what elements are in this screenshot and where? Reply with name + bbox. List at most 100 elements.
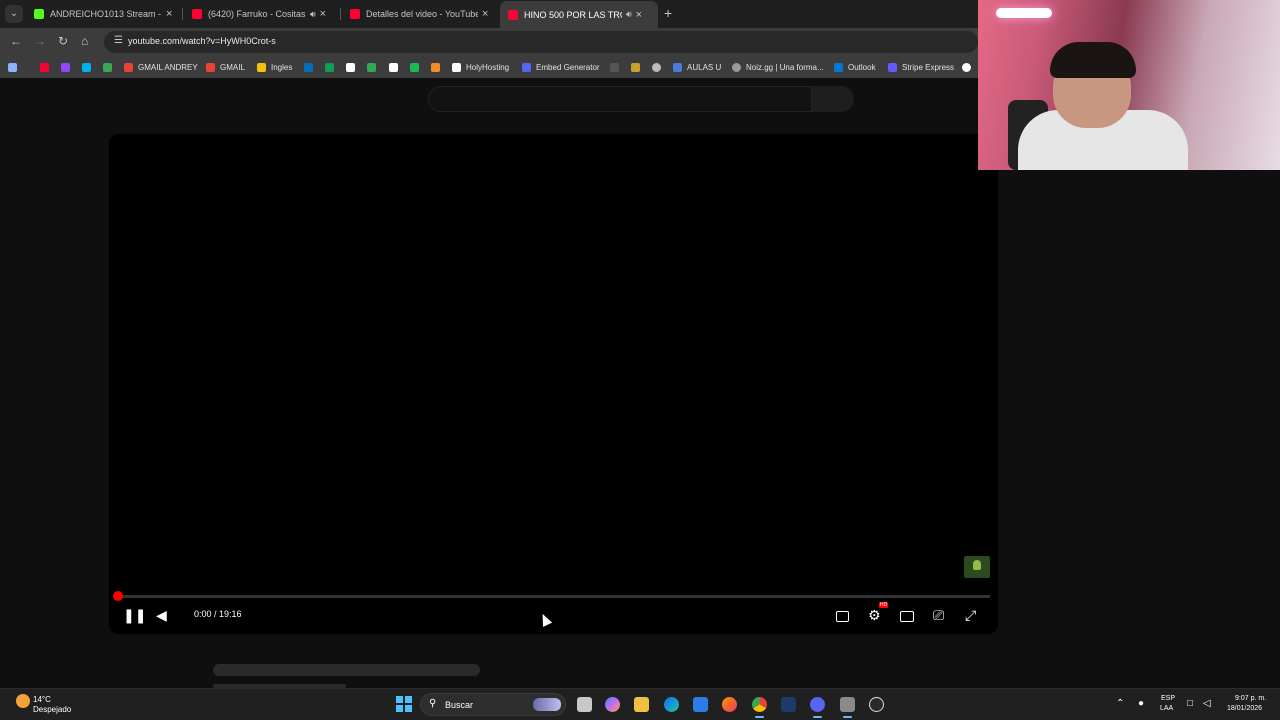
site-info-icon[interactable]: ☰ bbox=[114, 35, 123, 46]
file-explorer-icon[interactable] bbox=[634, 697, 649, 712]
home-button[interactable]: ⌂ bbox=[81, 34, 88, 48]
paypal-icon bbox=[304, 62, 313, 72]
volume-tray-icon[interactable]: ◁ bbox=[1203, 698, 1211, 709]
bookmark-youtube[interactable] bbox=[40, 60, 49, 74]
tab-title: ANDREICHO1013 Stream - Wat bbox=[50, 9, 162, 19]
bookmark-spotify[interactable] bbox=[410, 60, 419, 74]
bookmark-apps[interactable] bbox=[8, 60, 17, 74]
bookmark-outlook[interactable]: Outlook bbox=[834, 60, 876, 74]
tab-kick-stream[interactable]: ANDREICHO1013 Stream - Wat × bbox=[26, 3, 178, 25]
scrubber-handle[interactable] bbox=[113, 591, 123, 601]
outlook-icon bbox=[834, 62, 843, 72]
bookmark-github[interactable] bbox=[962, 60, 971, 74]
discord-icon[interactable] bbox=[810, 697, 825, 718]
holyhosting-icon bbox=[452, 62, 461, 72]
task-view-icon[interactable] bbox=[577, 697, 592, 712]
bookmark-gmail-andrey[interactable]: GMAIL ANDREY bbox=[124, 60, 198, 74]
tab-hino-500[interactable]: HINO 500 POR LAS TROCH 🔊︎ × bbox=[500, 1, 658, 28]
youtube-icon bbox=[40, 62, 49, 72]
network-icon[interactable]: □ bbox=[1187, 698, 1193, 709]
youtube-search-button[interactable] bbox=[812, 86, 854, 112]
bookmark-vercel[interactable] bbox=[103, 60, 112, 74]
weather-icon[interactable] bbox=[16, 694, 30, 708]
bookmark-embed-generator[interactable]: Embed Generator bbox=[522, 60, 600, 74]
bookmark-paypal[interactable] bbox=[304, 60, 313, 74]
exit-fullscreen-button[interactable]: ⤢ bbox=[965, 607, 976, 623]
search-label: Buscar bbox=[445, 700, 474, 710]
weather-temperature[interactable]: 14°C bbox=[33, 695, 51, 704]
microphone-icon[interactable]: ● bbox=[1138, 698, 1144, 709]
bookmark-cloud[interactable] bbox=[610, 60, 619, 74]
tab-search-icon[interactable]: ⌄ bbox=[5, 5, 23, 23]
weather-description[interactable]: Despejado bbox=[33, 705, 71, 714]
bookmark-label: Ingles bbox=[271, 62, 293, 72]
keyboard-layout[interactable]: LAA bbox=[1160, 705, 1173, 712]
bookmark-ingles[interactable]: Ingles bbox=[257, 60, 292, 74]
bookmark-skype[interactable] bbox=[82, 60, 91, 74]
channel-watermark[interactable] bbox=[964, 556, 990, 578]
chevron-up-icon[interactable]: ⌃ bbox=[1116, 698, 1124, 709]
youtube-search-input[interactable] bbox=[428, 86, 812, 112]
edge-icon[interactable] bbox=[664, 697, 679, 712]
microsoft-store-icon[interactable] bbox=[693, 697, 708, 712]
copilot-icon[interactable] bbox=[605, 697, 620, 712]
clock-date[interactable]: 18/01/2026 bbox=[1227, 705, 1262, 712]
skype-icon bbox=[82, 62, 91, 72]
progress-bar[interactable] bbox=[117, 595, 990, 598]
subtitles-button[interactable] bbox=[836, 611, 849, 622]
app-icon[interactable] bbox=[840, 697, 855, 718]
aulas-icon bbox=[673, 62, 682, 72]
bookmark-label: Embed Generator bbox=[536, 62, 600, 72]
bookmark-orange[interactable] bbox=[431, 60, 440, 74]
language-indicator[interactable]: ESP bbox=[1161, 695, 1175, 702]
firefox-icon[interactable] bbox=[722, 697, 737, 712]
cast-icon[interactable]: ⎚ bbox=[933, 607, 944, 623]
taskbar-search[interactable]: ⚲ Buscar bbox=[420, 693, 566, 716]
bookmark-label: AULAS U bbox=[687, 62, 722, 72]
bookmark-holyhosting[interactable]: HolyHosting bbox=[452, 60, 509, 74]
tab-youtube-studio[interactable]: Detalles del video - YouTube St × bbox=[342, 3, 496, 25]
github-icon bbox=[962, 62, 971, 72]
bookmark-stripe[interactable]: Stripe Express bbox=[888, 60, 954, 74]
bookmark-gmail[interactable]: GMAIL bbox=[206, 60, 245, 74]
bookmark-sheets[interactable] bbox=[325, 60, 334, 74]
webcam-overlay bbox=[978, 0, 1280, 170]
bookmark-twitch[interactable] bbox=[61, 60, 70, 74]
theater-mode-button[interactable] bbox=[900, 611, 914, 622]
title-placeholder bbox=[213, 664, 480, 676]
bookmark-aulas-u[interactable]: AULAS U bbox=[673, 60, 721, 74]
bookmark-noiz[interactable]: Noiz.gg | Una forma... bbox=[732, 60, 824, 74]
address-bar[interactable]: ☰ youtube.com/watch?v=HyWH0Crot-s bbox=[104, 31, 978, 53]
bookmark-docs[interactable] bbox=[346, 60, 355, 74]
bookmark-plugin[interactable] bbox=[631, 60, 640, 74]
close-tab-icon[interactable]: × bbox=[636, 9, 642, 21]
speaker-icon[interactable]: 🔊︎ bbox=[626, 9, 632, 20]
reload-button[interactable]: ↻ bbox=[58, 34, 68, 48]
volume-icon[interactable]: ◀ bbox=[156, 607, 167, 623]
vegas-icon[interactable] bbox=[781, 697, 796, 712]
chrome-icon[interactable] bbox=[752, 697, 767, 718]
gmail-icon bbox=[124, 62, 133, 72]
forward-button[interactable]: → bbox=[34, 34, 46, 48]
obs-icon[interactable] bbox=[869, 697, 884, 712]
bookmark-amazon[interactable] bbox=[389, 60, 398, 74]
bookmark-label: Stripe Express bbox=[902, 62, 955, 72]
close-tab-icon[interactable]: × bbox=[482, 8, 488, 20]
back-button[interactable]: ← bbox=[10, 34, 22, 48]
new-tab-button[interactable]: + bbox=[664, 5, 672, 21]
pause-button[interactable]: ❚❚ bbox=[123, 607, 146, 623]
search-highlight-image bbox=[533, 698, 561, 711]
video-player[interactable]: ❚❚ ◀ 0:00 / 19:16 ⚙ HD ⎚ ⤢ bbox=[109, 134, 998, 634]
close-tab-icon[interactable]: × bbox=[320, 8, 326, 20]
apps-icon bbox=[8, 62, 17, 72]
tab-title: (6420) Farruko - Cositas Qu bbox=[208, 9, 306, 19]
settings-gear-icon[interactable]: ⚙ bbox=[868, 607, 881, 623]
bookmark-drive[interactable] bbox=[367, 60, 376, 74]
bookmark-globe[interactable] bbox=[652, 60, 661, 74]
close-tab-icon[interactable]: × bbox=[166, 8, 172, 20]
speaker-icon[interactable]: 🔊︎ bbox=[310, 9, 316, 20]
tab-farruko[interactable]: (6420) Farruko - Cositas Qu 🔊︎ × bbox=[184, 3, 338, 25]
clock-time[interactable]: 9:07 p. m. bbox=[1235, 695, 1266, 702]
vercel-icon bbox=[103, 62, 112, 72]
start-button[interactable] bbox=[396, 696, 412, 712]
